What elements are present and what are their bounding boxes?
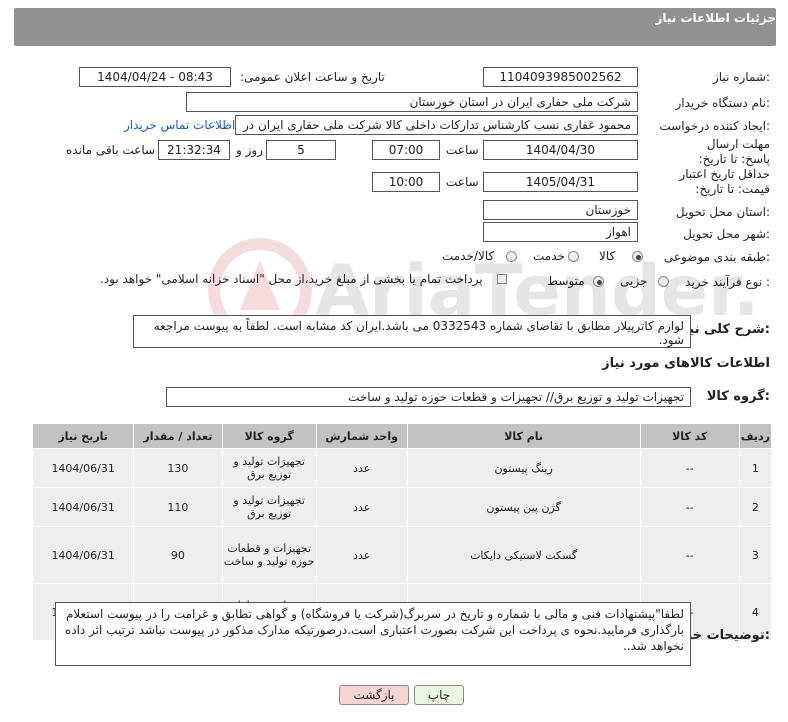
- buyer-contact-link[interactable]: اطلاعات تماس خریدار: [124, 118, 235, 132]
- col-row: ردیف: [738, 423, 773, 449]
- print-button[interactable]: چاپ: [414, 685, 464, 705]
- cell-name: گسکت لاستیکی دایکات: [406, 526, 641, 584]
- cell-row: 1: [738, 448, 773, 488]
- category-option-service: خدمت: [533, 249, 565, 263]
- col-date: تاریخ نیاز: [31, 423, 135, 449]
- goods-section-title: اطلاعات کالاهای مورد نیاز: [602, 356, 770, 371]
- deadline-time-field[interactable]: 07:00: [372, 140, 440, 160]
- cell-unit: عدد: [315, 448, 408, 488]
- days-field[interactable]: 5: [266, 140, 336, 160]
- table-row[interactable]: 3 -- گسکت لاستیکی دایکات عدد تجهیزات و ق…: [31, 526, 773, 584]
- requester-field[interactable]: محمود غفاری نسب کارشناس تدارکات داخلی کا…: [235, 115, 638, 135]
- cell-date: 1404/06/31: [31, 448, 135, 488]
- city-field[interactable]: اهواز: [483, 222, 638, 242]
- process-option-minor: جزیی: [620, 274, 648, 288]
- deadline-time-label: ساعت: [446, 143, 479, 157]
- remaining-time-label: ساعت باقی مانده: [66, 143, 156, 157]
- province-field[interactable]: خوزستان: [483, 200, 638, 220]
- cell-row: 3: [738, 526, 773, 584]
- cell-name: رینگ پیستون: [406, 448, 641, 488]
- col-qty: تعداد / مقدار: [133, 423, 223, 449]
- table-header-row: ردیف کد کالا نام کالا واحد شمارش گروه کا…: [31, 423, 773, 449]
- cell-unit: عدد: [315, 526, 408, 584]
- payment-note: پرداخت تمام یا بخشی از مبلغ خرید،از محل …: [100, 272, 483, 286]
- cell-group: تجهیزات تولید و توزیع برق: [221, 448, 317, 488]
- deadline-date-field[interactable]: 1404/04/30: [483, 140, 638, 160]
- process-radio-medium[interactable]: [593, 276, 604, 287]
- validity-date-field[interactable]: 1405/04/31: [483, 172, 638, 192]
- validity-time-label: ساعت: [446, 175, 479, 189]
- category-label: طبقه بندی موضوعی:: [663, 250, 770, 264]
- cell-qty: 90: [133, 526, 223, 584]
- cell-code: --: [639, 448, 740, 488]
- days-label: روز و: [236, 143, 263, 157]
- goods-group-field[interactable]: تجهیزات تولید و توزیع برق// تجهیزات و قط…: [166, 387, 691, 407]
- need-number-field[interactable]: 1104093985002562: [483, 67, 638, 87]
- col-group: گروه کالا: [221, 423, 317, 449]
- cell-date: 1404/06/31: [31, 487, 135, 527]
- back-button[interactable]: بازگشت: [339, 685, 409, 705]
- table-row[interactable]: 1 -- رینگ پیستون عدد تجهیزات تولید و توز…: [31, 448, 773, 488]
- announce-label: تاریخ و ساعت اعلان عمومی:: [240, 70, 385, 84]
- payment-checkbox[interactable]: [497, 274, 507, 284]
- province-label: استان محل تحویل:: [675, 205, 770, 219]
- buyer-field[interactable]: شرکت ملی حفاری ایران در استان خوزستان: [186, 92, 638, 112]
- cell-group: تجهیزات و قطعات حوزه تولید و ساخت: [221, 526, 317, 584]
- process-label: نوع فرآیند خرید :: [685, 275, 770, 289]
- cell-row: 2: [738, 487, 773, 527]
- col-code: کد کالا: [639, 423, 740, 449]
- description-textarea[interactable]: لوازم کاترپیلار مطابق با تقاضای شماره 03…: [133, 315, 691, 348]
- requester-label: ایجاد کننده درخواست:: [659, 119, 770, 133]
- buyer-notes-textarea[interactable]: لطفا"پیشنهادات فنی و مالی با شماره و تار…: [55, 602, 691, 666]
- col-unit: واحد شمارش: [315, 423, 408, 449]
- validity-label: حداقل تاریخ اعتبار قیمت: تا تاریخ:: [679, 167, 770, 196]
- cell-group: تجهیزات تولید و توزیع برق: [221, 487, 317, 527]
- category-radio-goods-service[interactable]: [506, 251, 517, 262]
- need-number-label: شماره نیاز:: [712, 70, 770, 84]
- col-name: نام کالا: [406, 423, 641, 449]
- cell-date: 1404/06/31: [31, 526, 135, 584]
- validity-time-field[interactable]: 10:00: [372, 172, 440, 192]
- cell-code: --: [639, 487, 740, 527]
- buyer-label: نام دستگاه خریدار:: [675, 96, 771, 110]
- announce-field[interactable]: 1404/04/24 - 08:43: [79, 67, 231, 87]
- cell-qty: 110: [133, 487, 223, 527]
- page-title: جزئیات اطلاعات نیاز: [655, 11, 776, 25]
- city-label: شهر محل تحویل:: [683, 227, 770, 241]
- cell-code: --: [639, 526, 740, 584]
- table-row[interactable]: 2 -- گژن پین پیستون عدد تجهیزات تولید و …: [31, 487, 773, 527]
- cell-name: گژن پین پیستون: [406, 487, 641, 527]
- category-radio-goods[interactable]: [632, 251, 643, 262]
- category-option-goods-service: کالا/خدمت: [442, 249, 495, 263]
- remaining-time-field[interactable]: 21:32:34: [158, 140, 230, 160]
- deadline-label: مهلت ارسال پاسخ: تا تاریخ:: [698, 137, 770, 166]
- goods-group-label: گروه کالا:: [706, 389, 770, 404]
- cell-unit: عدد: [315, 487, 408, 527]
- category-option-goods: کالا: [599, 249, 616, 263]
- process-option-medium: متوسط: [547, 274, 585, 288]
- category-radio-service[interactable]: [568, 251, 579, 262]
- process-radio-minor[interactable]: [658, 276, 669, 287]
- cell-qty: 130: [133, 448, 223, 488]
